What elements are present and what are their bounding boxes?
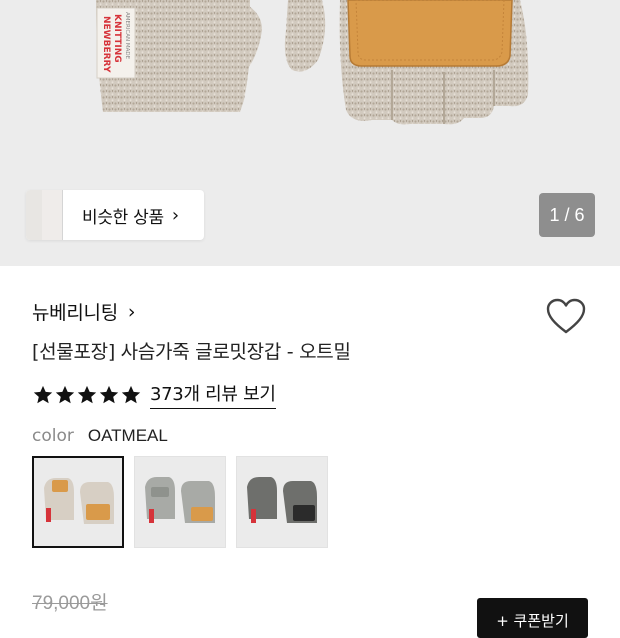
similar-products-thumbnails: [26, 190, 63, 240]
swatch-grey[interactable]: [134, 456, 226, 548]
product-hero-image[interactable]: NEWBERRY KNITTING AMERICAN MADE 비슷한 상품 ›…: [0, 0, 620, 266]
image-page-indicator: 1 / 6: [539, 193, 595, 237]
color-row: color OATMEAL: [32, 426, 168, 446]
brand-link[interactable]: 뉴베리니팅 ›: [32, 298, 136, 325]
swatch-oatmeal[interactable]: [32, 456, 124, 548]
heart-icon[interactable]: [546, 298, 586, 336]
brand-name: 뉴베리니팅: [32, 302, 118, 324]
original-price: 79,000원: [32, 593, 108, 614]
star-icon: [33, 385, 53, 403]
color-value: OATMEAL: [87, 426, 168, 445]
star-icon: [77, 385, 97, 403]
swatch-charcoal-image: [247, 477, 317, 523]
star-icon: [121, 385, 141, 403]
chevron-right-icon: ›: [127, 300, 136, 323]
coupon-button[interactable]: + 쿠폰받기: [477, 598, 588, 638]
swatch-charcoal[interactable]: [236, 456, 328, 548]
product-title: [선물포장] 사슴가죽 글로밋장갑 - 오트밀: [32, 341, 351, 363]
rating-row: 373개 리뷰 보기: [32, 380, 276, 409]
swatch-oatmeal-image: [44, 478, 114, 524]
rating-stars: [32, 384, 142, 406]
similar-products-button[interactable]: 비슷한 상품 ›: [26, 190, 204, 240]
similar-products-label: 비슷한 상품: [82, 207, 164, 228]
swatch-grey-image: [145, 477, 215, 523]
tag-text-knitting: KNITTING: [112, 14, 122, 63]
star-icon: [99, 385, 119, 403]
color-swatches: [32, 456, 338, 548]
tag-text-newberry: NEWBERRY: [101, 16, 111, 73]
tag-text-american-made: AMERICAN MADE: [124, 12, 130, 60]
color-label: color: [32, 426, 74, 446]
chevron-right-icon: ›: [171, 204, 180, 226]
star-icon: [55, 385, 75, 403]
review-link[interactable]: 373개 리뷰 보기: [150, 380, 276, 409]
